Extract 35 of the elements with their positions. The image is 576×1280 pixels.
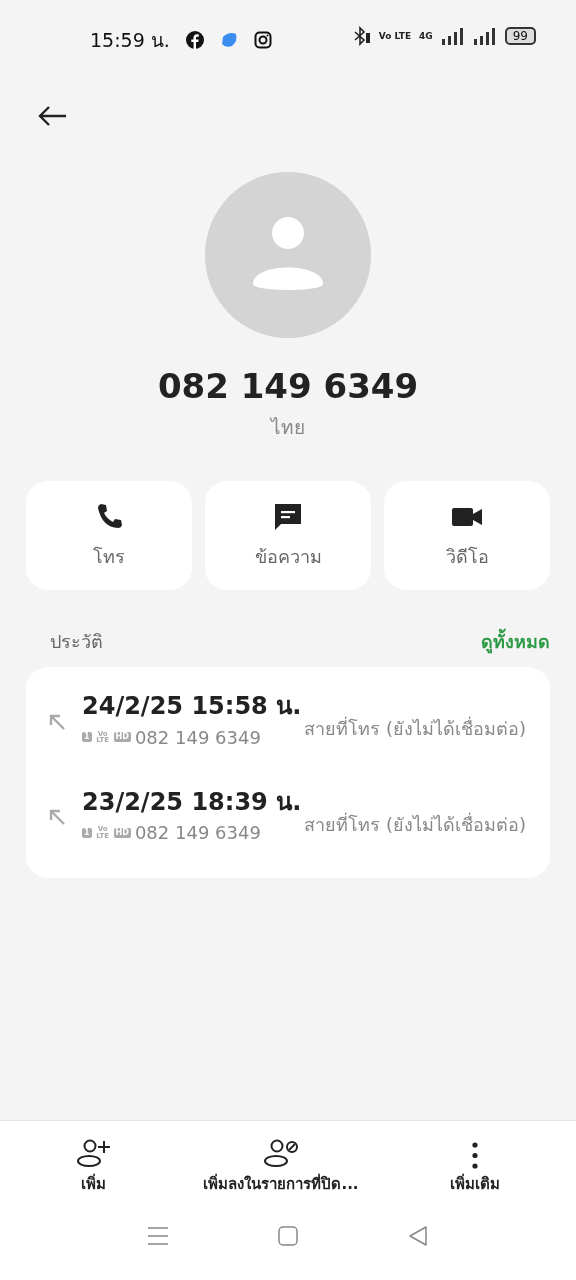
menu-icon[interactable]: [147, 1225, 169, 1247]
toolbar-button[interactable]: เพิ่มลงในรายการที่ปิด...: [203, 1135, 359, 1195]
sim-badge: HD: [113, 827, 131, 838]
circle-f-app-icon: [185, 31, 204, 50]
location-label: ไทย: [269, 414, 306, 440]
network-label: Vo LTE: [378, 31, 412, 41]
action-button[interactable]: ข้อความ: [205, 481, 371, 591]
camera-app-icon: [253, 31, 272, 50]
call-datetime: 24/2/25 15:58 น.: [82, 693, 302, 720]
action-button[interactable]: โทร: [26, 481, 192, 591]
clock: 15:59 น.: [90, 28, 170, 53]
call-number: 082 149 6349: [134, 725, 261, 750]
sim-badge: HD: [113, 732, 131, 743]
more-icon: [472, 1141, 479, 1169]
network-label: 4G: [419, 31, 433, 41]
call-number: 082 149 6349: [134, 821, 261, 846]
section-title: ประวัติ: [50, 630, 103, 655]
view-all-link[interactable]: ดูทั้งหมด: [481, 628, 550, 656]
toolbar-button[interactable]: เพิ่มเติม: [450, 1135, 501, 1195]
battery-level: 99: [504, 27, 536, 45]
back-icon[interactable]: [407, 1225, 429, 1247]
call-status: สายที่โทร (ยังไม่ได้เชื่อมต่อ): [304, 715, 526, 742]
call-status: สายที่โทร (ยังไม่ได้เชื่อมต่อ): [304, 811, 526, 837]
home-icon[interactable]: [277, 1225, 299, 1247]
phone-number: 082 149 6349: [156, 366, 420, 407]
outgoing-arrow-icon: [48, 808, 66, 827]
sim-badge: 1: [82, 732, 92, 743]
bird-app-icon: [219, 31, 238, 50]
action-button[interactable]: วิดีโอ: [384, 481, 550, 591]
signal-icon: [440, 27, 465, 45]
outgoing-arrow-icon: [48, 713, 66, 731]
call-datetime: 23/2/25 18:39 น.: [82, 788, 302, 816]
signal-icon: [472, 27, 497, 45]
sim-badge: 1: [82, 827, 92, 838]
toolbar-button[interactable]: เพิ่ม: [75, 1135, 112, 1195]
